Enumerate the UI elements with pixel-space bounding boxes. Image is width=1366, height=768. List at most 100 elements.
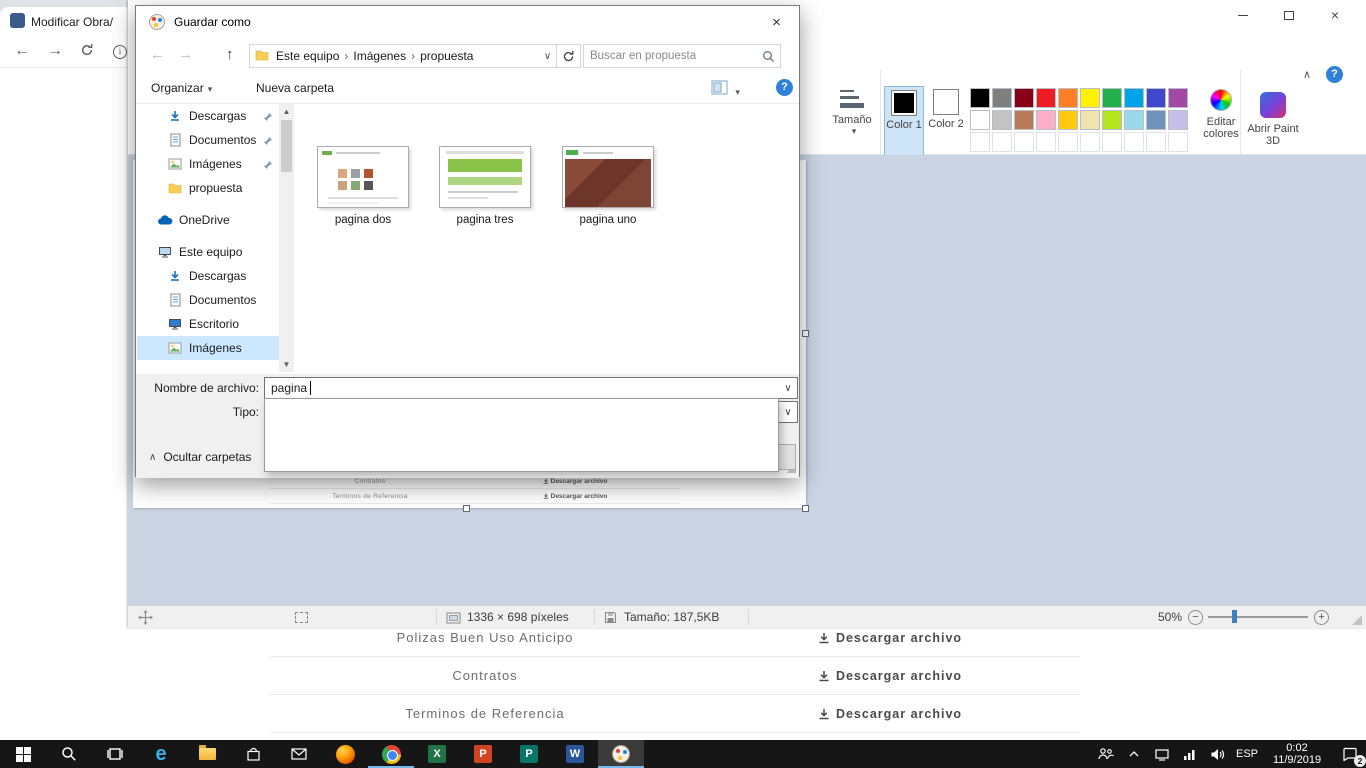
- download-link[interactable]: Descargar archivo: [700, 707, 1080, 721]
- taskbar-item-paint[interactable]: [598, 740, 644, 768]
- sidebar-scrollbar[interactable]: ▲ ▼: [279, 104, 294, 372]
- taskbar-item-file-explorer[interactable]: [184, 740, 230, 768]
- palette-color[interactable]: [1102, 110, 1122, 130]
- breadcrumb-imagenes[interactable]: Imágenes: [348, 49, 411, 63]
- palette-color[interactable]: [970, 88, 990, 108]
- palette-color[interactable]: [992, 88, 1012, 108]
- address-dropdown-icon[interactable]: ∨: [539, 51, 556, 62]
- palette-color[interactable]: [1014, 88, 1034, 108]
- canvas-resize-handle[interactable]: [802, 505, 809, 512]
- palette-color[interactable]: [1102, 88, 1122, 108]
- language-indicator[interactable]: ESP: [1234, 748, 1260, 760]
- dialog-titlebar[interactable]: Guardar como ×: [136, 6, 799, 38]
- palette-color[interactable]: [1014, 110, 1034, 130]
- color1-button[interactable]: Color 1: [884, 86, 924, 156]
- start-button[interactable]: [0, 740, 46, 768]
- palette-color[interactable]: [970, 110, 990, 130]
- taskbar-item-powerpoint[interactable]: P: [460, 740, 506, 768]
- zoom-out-button[interactable]: −: [1188, 610, 1203, 625]
- palette-color[interactable]: [1168, 88, 1188, 108]
- close-button[interactable]: ×: [1312, 0, 1358, 30]
- search-button[interactable]: [46, 740, 92, 768]
- sidebar-item-descargas-2[interactable]: Descargas: [137, 264, 279, 288]
- file-thumbnail[interactable]: [439, 146, 531, 208]
- palette-color[interactable]: [1124, 88, 1144, 108]
- sidebar-item-onedrive[interactable]: OneDrive: [137, 208, 279, 232]
- chevron-down-icon[interactable]: ∨: [779, 378, 797, 398]
- task-view-button[interactable]: [92, 740, 138, 768]
- palette-empty-slot[interactable]: [1036, 132, 1056, 152]
- volume-icon[interactable]: [1206, 740, 1230, 768]
- breadcrumb-propuesta[interactable]: propuesta: [415, 49, 478, 63]
- download-link[interactable]: Descargar archivo: [700, 669, 1080, 683]
- taskbar-item-chrome[interactable]: [368, 740, 414, 768]
- hidden-icons-chevron[interactable]: [1122, 740, 1146, 768]
- zoom-slider-thumb[interactable]: [1232, 610, 1237, 623]
- canvas-resize-handle[interactable]: [802, 330, 809, 337]
- palette-color[interactable]: [1058, 88, 1078, 108]
- palette-color[interactable]: [1146, 110, 1166, 130]
- file-thumbnail[interactable]: [317, 146, 409, 208]
- back-icon[interactable]: ←: [150, 46, 165, 64]
- zoom-in-button[interactable]: +: [1314, 610, 1329, 625]
- search-icon[interactable]: [762, 50, 775, 66]
- canvas-resize-handle[interactable]: [463, 505, 470, 512]
- palette-color[interactable]: [1080, 88, 1100, 108]
- people-icon[interactable]: [1094, 740, 1118, 768]
- palette-empty-slot[interactable]: [1102, 132, 1122, 152]
- taskbar-item-edge[interactable]: e: [138, 740, 184, 768]
- palette-empty-slot[interactable]: [1124, 132, 1144, 152]
- views-button[interactable]: ▾: [711, 80, 740, 98]
- file-item[interactable]: pagina tres: [430, 146, 540, 226]
- up-icon[interactable]: ↑: [226, 46, 234, 64]
- hide-folders-button[interactable]: ∧ Ocultar carpetas: [149, 450, 251, 464]
- palette-empty-slot[interactable]: [1080, 132, 1100, 152]
- taskbar-item-publisher[interactable]: P: [506, 740, 552, 768]
- clock[interactable]: 0:02 11/9/2019: [1264, 742, 1330, 767]
- sidebar-item-imagenes-2[interactable]: Imágenes: [137, 336, 279, 360]
- palette-empty-slot[interactable]: [992, 132, 1012, 152]
- minimize-button[interactable]: [1220, 0, 1266, 30]
- sidebar-item-documentos-2[interactable]: Documentos: [137, 288, 279, 312]
- chevron-down-icon[interactable]: ∨: [779, 402, 797, 422]
- taskbar-item-mail[interactable]: [276, 740, 322, 768]
- scroll-down-icon[interactable]: ▼: [279, 357, 294, 372]
- color2-button[interactable]: Color 2: [926, 86, 966, 156]
- forward-icon[interactable]: →: [178, 46, 193, 64]
- palette-color[interactable]: [1036, 110, 1056, 130]
- help-button[interactable]: ?: [776, 79, 793, 96]
- taskbar-item-excel[interactable]: X: [414, 740, 460, 768]
- sidebar-item-escritorio[interactable]: Escritorio: [137, 312, 279, 336]
- filetype-dropdown-list[interactable]: [264, 398, 779, 472]
- zoom-slider[interactable]: [1208, 616, 1308, 618]
- signal-icon[interactable]: [1178, 740, 1202, 768]
- sidebar-item-propuesta[interactable]: propuesta: [137, 176, 279, 200]
- file-item[interactable]: pagina dos: [308, 146, 418, 226]
- palette-empty-slot[interactable]: [1168, 132, 1188, 152]
- browser-forward-icon[interactable]: →: [47, 42, 63, 60]
- scroll-up-icon[interactable]: ▲: [279, 104, 294, 119]
- taskbar-item-firefox[interactable]: [322, 740, 368, 768]
- file-item[interactable]: pagina uno: [553, 146, 663, 226]
- new-folder-button[interactable]: Nueva carpeta: [256, 81, 334, 95]
- help-icon[interactable]: ?: [1326, 66, 1343, 83]
- browser-tab[interactable]: Modificar Obra/: [0, 7, 132, 35]
- page-info-icon[interactable]: i: [113, 45, 127, 59]
- scrollbar-thumb[interactable]: [281, 120, 292, 172]
- address-bar[interactable]: Este equipo › Imágenes › propuesta ∨: [249, 44, 557, 68]
- palette-empty-slot[interactable]: [1146, 132, 1166, 152]
- filename-input[interactable]: pagina ∨: [264, 377, 798, 399]
- search-input[interactable]: [584, 45, 760, 67]
- sidebar-item-descargas[interactable]: Descargas: [137, 104, 279, 128]
- maximize-button[interactable]: [1266, 0, 1312, 30]
- download-link[interactable]: Descargar archivo: [700, 631, 1080, 645]
- browser-back-icon[interactable]: ←: [14, 42, 30, 60]
- collapse-ribbon-icon[interactable]: ∧: [1303, 68, 1311, 81]
- palette-color[interactable]: [1146, 88, 1166, 108]
- taskbar-item-word[interactable]: W: [552, 740, 598, 768]
- organize-button[interactable]: Organizar▾: [151, 81, 212, 95]
- network-icon[interactable]: [1150, 740, 1174, 768]
- search-box[interactable]: [583, 44, 781, 68]
- dialog-close-icon[interactable]: ×: [754, 6, 799, 38]
- palette-color[interactable]: [1036, 88, 1056, 108]
